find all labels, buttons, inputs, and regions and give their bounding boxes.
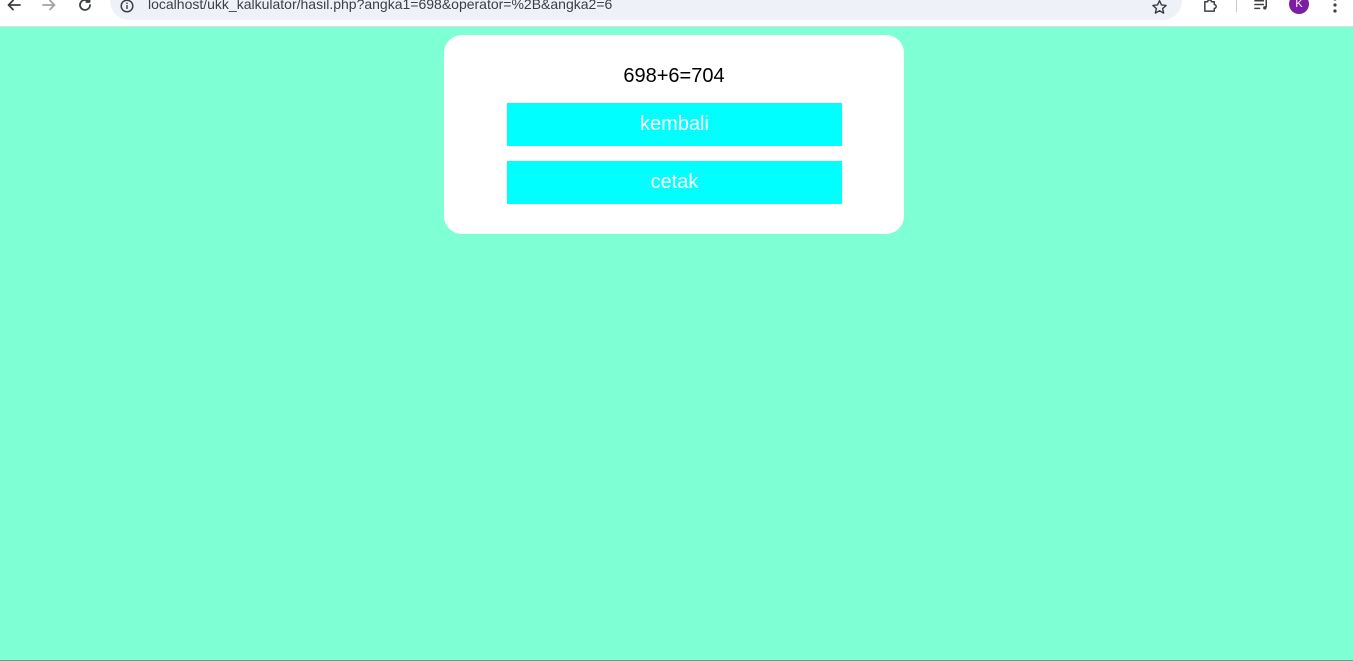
browser-toolbar: localhost/ukk_kalkulator/hasil.php?angka… [0,0,1353,27]
back-link-button[interactable]: kembali [507,103,842,146]
extensions-button[interactable] [1199,0,1221,16]
reload-icon [79,0,91,11]
address-bar[interactable]: localhost/ukk_kalkulator/hasil.php?angka… [110,0,1182,20]
toolbar-divider [1236,0,1237,12]
kebab-menu-icon[interactable] [1326,0,1344,16]
forward-button[interactable] [38,0,60,16]
reload-button[interactable] [74,0,96,16]
arrow-right-icon [42,0,56,11]
info-icon[interactable] [120,0,134,13]
calculation-result: 698+6=704 [623,65,725,87]
arrow-left-icon [7,0,21,11]
url-text[interactable]: localhost/ukk_kalkulator/hasil.php?angka… [148,0,612,12]
media-controls-button[interactable] [1250,0,1272,16]
print-button[interactable]: cetak [507,161,842,204]
profile-avatar[interactable]: K [1289,0,1309,14]
media-controls-icon [1253,0,1267,10]
result-card: 698+6=704 kembali cetak [444,35,904,234]
back-button[interactable] [3,0,25,16]
star-icon[interactable] [1150,0,1168,16]
puzzle-icon [1203,0,1217,12]
